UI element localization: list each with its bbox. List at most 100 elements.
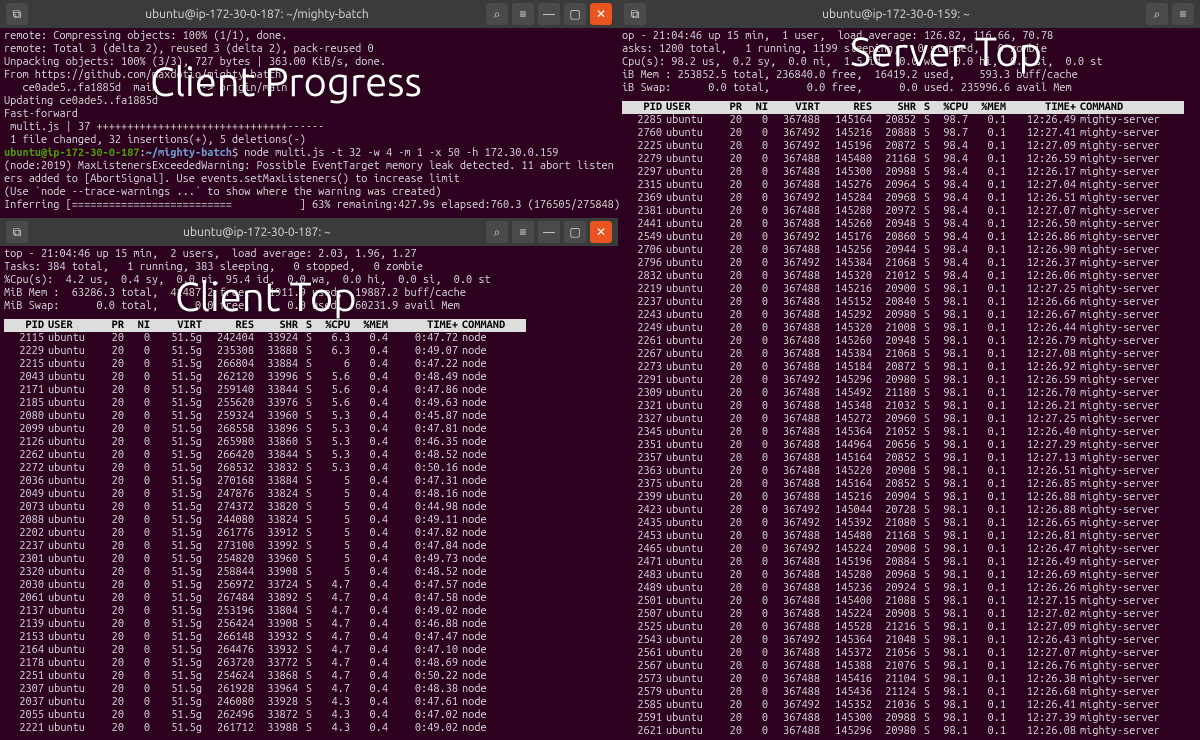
table-row: 2272ubuntu20051.5g26853233832S5.30.40:50… xyxy=(4,462,526,475)
window-title: ubuntu@ip-172-30-0-159: ~ xyxy=(650,8,1142,21)
table-row: 2832ubuntu20036748814532021012S98.40.112… xyxy=(622,270,1184,283)
minimize-button[interactable]: — xyxy=(538,221,560,243)
table-row: 2178ubuntu20051.5g26372033772S4.70.40:48… xyxy=(4,657,526,670)
minimize-button[interactable]: — xyxy=(538,3,560,25)
table-row: 2237ubuntu20051.5g27310033992S50.40:47.8… xyxy=(4,540,526,553)
table-row: 2483ubuntu20036748814528020968S98.10.112… xyxy=(622,569,1184,582)
top-process-table: PIDUSERPRNIVIRTRESSHRS%CPU%MEM TIME+COMM… xyxy=(4,319,526,735)
terminal-output-server-top[interactable]: op - 21:04:46 up 15 min, 1 user, load av… xyxy=(618,28,1200,740)
search-button[interactable]: ⌕ xyxy=(1146,3,1168,25)
table-row: 2202ubuntu20051.5g26177633912S50.40:47.8… xyxy=(4,527,526,540)
table-row: 2796ubuntu20036749214538421068S98.40.112… xyxy=(622,257,1184,270)
table-row: 2579ubuntu20036748814543621124S98.10.112… xyxy=(622,686,1184,699)
table-row: 2088ubuntu20051.5g24408033824S50.40:49.1… xyxy=(4,514,526,527)
table-row: 2567ubuntu20036748814538821076S98.10.112… xyxy=(622,660,1184,673)
table-row: 2251ubuntu20051.5g25462433868S4.70.40:50… xyxy=(4,670,526,683)
search-button[interactable]: ⌕ xyxy=(486,221,508,243)
table-row: 2049ubuntu20051.5g24787633824S50.40:48.1… xyxy=(4,488,526,501)
table-row: 2381ubuntu20036748814528020972S98.40.112… xyxy=(622,205,1184,218)
menu-button[interactable]: ≡ xyxy=(512,3,534,25)
close-button[interactable]: ✕ xyxy=(590,221,612,243)
table-row: 2099ubuntu20051.5g26855833896S5.30.40:47… xyxy=(4,423,526,436)
table-row: 2171ubuntu20051.5g25914033844S5.60.40:47… xyxy=(4,384,526,397)
table-row: 2561ubuntu20036748814537221056S98.10.112… xyxy=(622,647,1184,660)
table-row: 2153ubuntu20051.5g26614833932S4.70.40:47… xyxy=(4,631,526,644)
table-row: 2115ubuntu20051.5g24240433924S6.30.40:47… xyxy=(4,332,526,345)
table-row: 2073ubuntu20051.5g27437233820S50.40:44.9… xyxy=(4,501,526,514)
table-row: 2225ubuntu20036749214519620872S98.40.112… xyxy=(622,140,1184,153)
table-row: 2327ubuntu20036748814527220960S98.10.112… xyxy=(622,413,1184,426)
search-button[interactable]: ⌕ xyxy=(486,3,508,25)
table-row: 2760ubuntu20036749214521620888S98.70.112… xyxy=(622,127,1184,140)
table-row: 2501ubuntu20036748814540021088S98.10.112… xyxy=(622,595,1184,608)
table-row: 2037ubuntu20051.5g24608033928S4.30.40:47… xyxy=(4,696,526,709)
table-row: 2301ubuntu20051.5g25482033960S50.40:49.7… xyxy=(4,553,526,566)
terminal-titlebar-client-progress: ⧉ ubuntu@ip-172-30-0-187: ~/mighty-batch… xyxy=(0,0,618,28)
table-row: 2164ubuntu20051.5g26447633932S4.70.40:47… xyxy=(4,644,526,657)
table-row: 2585ubuntu20036749214535221036S98.10.112… xyxy=(622,699,1184,712)
table-row: 2309ubuntu20036748814549221180S98.10.112… xyxy=(622,387,1184,400)
table-row: 2465ubuntu20036749214522420908S98.10.112… xyxy=(622,543,1184,556)
window-title: ubuntu@ip-172-30-0-187: ~ xyxy=(32,226,482,239)
maximize-button[interactable]: ▢ xyxy=(564,3,586,25)
table-row: 2221ubuntu20051.5g26171233988S4.30.40:49… xyxy=(4,722,526,735)
table-row: 2357ubuntu20036748814516420852S98.10.112… xyxy=(622,452,1184,465)
table-row: 2061ubuntu20051.5g26748433892S4.70.40:47… xyxy=(4,592,526,605)
table-row: 2351ubuntu20036748814496420656S98.10.112… xyxy=(622,439,1184,452)
table-row: 2137ubuntu20051.5g25319633804S4.70.40:49… xyxy=(4,605,526,618)
table-row: 2507ubuntu20036748814522420908S98.10.112… xyxy=(622,608,1184,621)
table-row: 2030ubuntu20051.5g25697233724S4.70.40:47… xyxy=(4,579,526,592)
table-row: 2369ubuntu20036749214528420968S98.40.112… xyxy=(622,192,1184,205)
table-row: 2525ubuntu20036748814552821216S98.10.112… xyxy=(622,621,1184,634)
table-row: 2237ubuntu20036748814515220840S98.10.112… xyxy=(622,296,1184,309)
table-row: 2080ubuntu20051.5g25932433960S5.30.40:45… xyxy=(4,410,526,423)
table-row: 2345ubuntu20036748814536421052S98.10.112… xyxy=(622,426,1184,439)
table-row: 2573ubuntu20036748814541621104S98.10.112… xyxy=(622,673,1184,686)
table-row: 2285ubuntu20036748814516420852S98.70.112… xyxy=(622,114,1184,127)
table-row: 2315ubuntu20036748814527620964S98.40.112… xyxy=(622,179,1184,192)
table-row: 2219ubuntu20036748814521620900S98.10.112… xyxy=(622,283,1184,296)
window-title: ubuntu@ip-172-30-0-187: ~/mighty-batch xyxy=(32,8,482,21)
table-row: 2126ubuntu20051.5g26598033860S5.30.40:46… xyxy=(4,436,526,449)
table-row: 2139ubuntu20051.5g25642433908S4.70.40:46… xyxy=(4,618,526,631)
maximize-button[interactable]: ▢ xyxy=(564,221,586,243)
terminal-output-client-progress[interactable]: remote: Compressing objects: 100% (1/1),… xyxy=(0,28,618,214)
table-row: 2273ubuntu20036748814518420872S98.10.112… xyxy=(622,361,1184,374)
terminal-app-icon: ⧉ xyxy=(624,3,646,25)
table-row: 2453ubuntu20036748814548021168S98.10.112… xyxy=(622,530,1184,543)
table-row: 2471ubuntu20036748814519620884S98.10.112… xyxy=(622,556,1184,569)
table-row: 2706ubuntu20036748814525620944S98.40.112… xyxy=(622,244,1184,257)
table-row: 2441ubuntu20036748814526020948S98.40.112… xyxy=(622,218,1184,231)
table-row: 2055ubuntu20051.5g26249633872S4.30.40:47… xyxy=(4,709,526,722)
terminal-output-client-top[interactable]: top - 21:04:46 up 15 min, 2 users, load … xyxy=(0,246,618,737)
close-button[interactable]: ✕ xyxy=(590,3,612,25)
table-row: 2279ubuntu20036748814548021168S98.40.112… xyxy=(622,153,1184,166)
terminal-app-icon: ⧉ xyxy=(6,221,28,243)
table-row: 2543ubuntu20036749214536421048S98.10.112… xyxy=(622,634,1184,647)
table-header: PIDUSERPRNIVIRTRESSHRS%CPU%MEM TIME+COMM… xyxy=(4,319,526,332)
table-row: 2549ubuntu20036749214517620860S98.40.112… xyxy=(622,231,1184,244)
table-row: 2435ubuntu20036749214539221080S98.10.112… xyxy=(622,517,1184,530)
table-row: 2262ubuntu20051.5g26642033844S5.30.40:48… xyxy=(4,449,526,462)
menu-button[interactable]: ≡ xyxy=(512,221,534,243)
table-row: 2423ubuntu20036749214504420728S98.10.112… xyxy=(622,504,1184,517)
table-row: 2321ubuntu20036748814534821032S98.10.112… xyxy=(622,400,1184,413)
table-row: 2375ubuntu20036748814516420852S98.10.112… xyxy=(622,478,1184,491)
menu-button[interactable]: ≡ xyxy=(1172,3,1194,25)
table-row: 2185ubuntu20051.5g25562033976S5.60.40:49… xyxy=(4,397,526,410)
table-row: 2297ubuntu20036748814530020988S98.40.112… xyxy=(622,166,1184,179)
table-row: 2489ubuntu20036748814523620924S98.10.112… xyxy=(622,582,1184,595)
table-row: 2363ubuntu20036748814522020908S98.10.112… xyxy=(622,465,1184,478)
table-row: 2261ubuntu20036748814526020948S98.10.112… xyxy=(622,335,1184,348)
table-row: 2043ubuntu20051.5g26212033996S5.60.40:48… xyxy=(4,371,526,384)
table-header: PIDUSERPRNIVIRTRESSHRS%CPU%MEM TIME+COMM… xyxy=(622,101,1184,114)
table-row: 2291ubuntu20036749214529620980S98.10.112… xyxy=(622,374,1184,387)
terminal-app-icon: ⧉ xyxy=(6,3,28,25)
table-row: 2229ubuntu20051.5g23530833888S6.30.40:49… xyxy=(4,345,526,358)
table-row: 2267ubuntu20036748814538421068S98.10.112… xyxy=(622,348,1184,361)
table-row: 2399ubuntu20036748814521620904S98.10.112… xyxy=(622,491,1184,504)
table-row: 2621ubuntu20036748814529620980S98.10.112… xyxy=(622,725,1184,738)
top-process-table: PIDUSERPRNIVIRTRESSHRS%CPU%MEM TIME+COMM… xyxy=(622,101,1184,738)
table-row: 2215ubuntu20051.5g26680433884S60.40:47.2… xyxy=(4,358,526,371)
table-row: 2307ubuntu20051.5g26192833964S4.70.40:48… xyxy=(4,683,526,696)
